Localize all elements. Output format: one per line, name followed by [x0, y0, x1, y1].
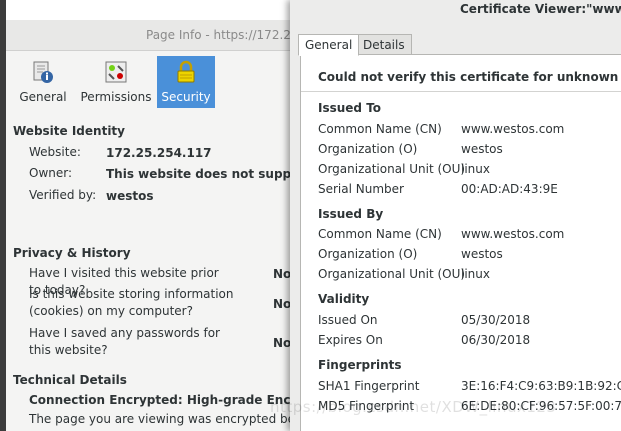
- tab-general[interactable]: General: [11, 56, 75, 108]
- tab-general-label: General: [19, 90, 67, 104]
- issued-by-ou-label: Organizational Unit (OU): [318, 267, 466, 281]
- sha1-fingerprint-value: 3E:16:F4:C9:63:B9:1B:92:CC: [461, 379, 621, 393]
- verified-by-value: westos: [106, 189, 154, 203]
- issued-by-ou-value: linux: [461, 267, 490, 281]
- privacy-history-heading: Privacy & History: [13, 246, 131, 260]
- issued-on-label: Issued On: [318, 313, 378, 327]
- website-value: 172.25.254.117: [106, 146, 212, 160]
- encryption-description: The page you are viewing was encrypted b…: [29, 412, 296, 426]
- website-identity-heading: Website Identity: [13, 124, 125, 138]
- issued-to-o-value: westos: [461, 142, 503, 156]
- page-info-window: Page Info - https://172.2 General Permis…: [6, 20, 296, 431]
- permissions-icon: [105, 61, 127, 83]
- cookies-question: Is this website storing information (coo…: [29, 287, 234, 318]
- certificate-viewer-title: Certificate Viewer:"www.we: [460, 2, 621, 16]
- verified-by-label: Verified by:: [29, 188, 97, 202]
- passwords-answer: No: [273, 336, 292, 350]
- certificate-general-panel: Could not verify this certificate for un…: [300, 54, 621, 431]
- divider: [301, 91, 621, 92]
- owner-value: This website does not supply ow: [106, 167, 296, 181]
- expires-on-label: Expires On: [318, 333, 383, 347]
- tab-security[interactable]: Security: [157, 56, 215, 108]
- issued-by-cn-label: Common Name (CN): [318, 227, 442, 241]
- tab-cert-general-label: General: [305, 38, 353, 52]
- connection-encrypted-text: Connection Encrypted: High-grade Encrypt…: [29, 393, 296, 407]
- tab-cert-details-label: Details: [363, 38, 405, 52]
- tab-cert-general[interactable]: General: [298, 34, 360, 56]
- visited-answer: No: [273, 267, 292, 281]
- website-label: Website:: [29, 145, 81, 159]
- verification-warning: Could not verify this certificate for un…: [318, 70, 621, 84]
- issued-to-ou-value: linux: [461, 162, 490, 176]
- technical-details-heading: Technical Details: [13, 373, 127, 387]
- owner-label: Owner:: [29, 166, 73, 180]
- issued-to-cn-label: Common Name (CN): [318, 122, 442, 136]
- issued-by-o-value: westos: [461, 247, 503, 261]
- page-info-tabbar: General Permissions Security: [11, 56, 296, 108]
- page-info-title: Page Info - https://172.2: [146, 28, 291, 42]
- cookies-answer: No: [273, 297, 292, 311]
- page-info-titlebar[interactable]: Page Info - https://172.2: [6, 20, 296, 51]
- issued-to-heading: Issued To: [318, 101, 382, 115]
- validity-heading: Validity: [318, 292, 370, 306]
- serial-number-value: 00:AD:AD:43:9E: [461, 182, 558, 196]
- issued-to-ou-label: Organizational Unit (OU): [318, 162, 466, 176]
- lock-icon: [177, 60, 195, 83]
- certificate-viewer-window: Certificate Viewer:"www.we General Detai…: [290, 0, 621, 431]
- issued-by-cn-value: www.westos.com: [461, 227, 565, 241]
- issued-by-o-label: Organization (O): [318, 247, 418, 261]
- issued-by-heading: Issued By: [318, 207, 384, 221]
- issued-on-value: 05/30/2018: [461, 313, 531, 327]
- tab-permissions[interactable]: Permissions: [77, 56, 155, 108]
- sha1-fingerprint-label: SHA1 Fingerprint: [318, 379, 420, 393]
- issued-to-cn-value: www.westos.com: [461, 122, 565, 136]
- serial-number-label: Serial Number: [318, 182, 404, 196]
- fingerprints-heading: Fingerprints: [318, 358, 402, 372]
- tab-security-label: Security: [161, 90, 211, 104]
- issued-to-o-label: Organization (O): [318, 142, 418, 156]
- watermark: https://blog.csdn.net/XDW_linux123: [270, 398, 557, 416]
- tab-permissions-label: Permissions: [80, 90, 152, 104]
- passwords-question: Have I saved any passwords for this webs…: [29, 326, 220, 357]
- expires-on-value: 06/30/2018: [461, 333, 531, 347]
- page-info-icon: [33, 61, 53, 83]
- tab-cert-details[interactable]: Details: [356, 34, 412, 56]
